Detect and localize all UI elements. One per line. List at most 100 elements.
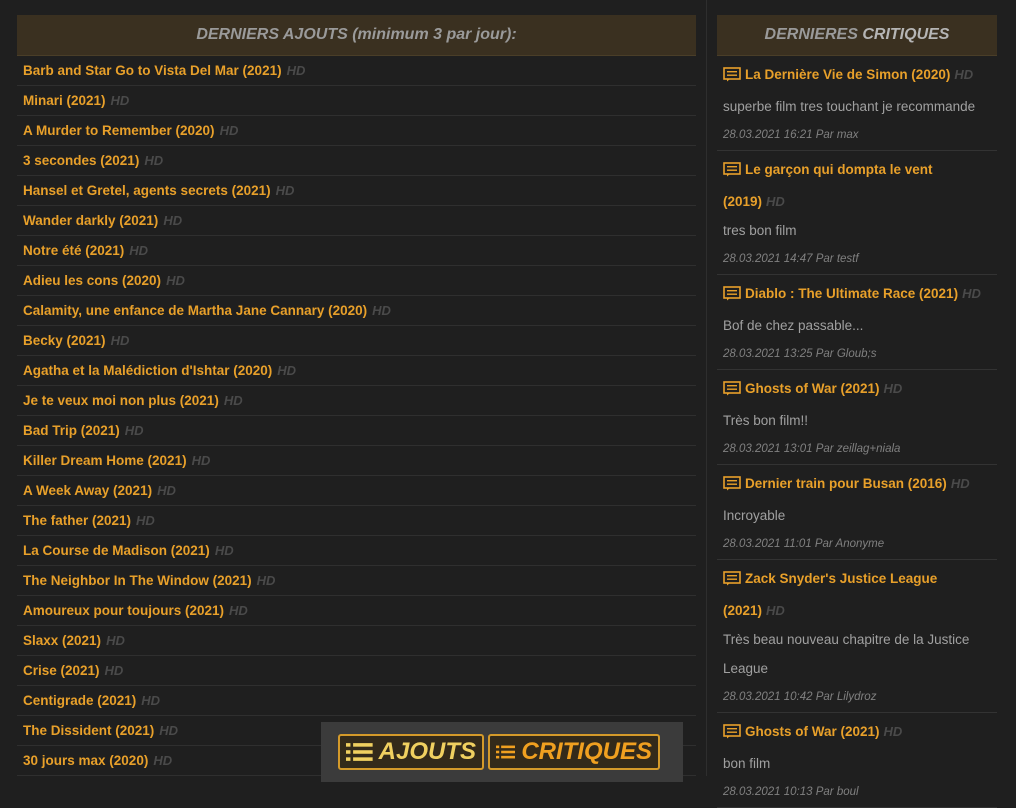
movie-list-item: Amoureux pour toujours (2021) HD: [17, 596, 696, 626]
review-item: Le garçon qui dompta le vent (2019) HD tre…: [717, 151, 997, 275]
movie-title-link[interactable]: Bad Trip (2021): [23, 423, 120, 438]
review-meta: 28.03.2021 10:13 Par boul: [723, 786, 859, 798]
header-suffix: CRITIQUES: [862, 26, 950, 43]
movie-title-link[interactable]: Centigrade (2021): [23, 693, 136, 708]
movie-title-link[interactable]: Adieu les cons (2020): [23, 273, 161, 288]
movie-list-item: A Week Away (2021) HD: [17, 476, 696, 506]
movie-list: Barb and Star Go to Vista Del Mar (2021)…: [17, 56, 696, 776]
review-meta: 28.03.2021 10:42 Par Lilydroz: [723, 691, 877, 703]
review-text: superbe film tres touchant je recommande: [723, 99, 976, 114]
movie-title-link[interactable]: Crise (2021): [23, 663, 100, 678]
hd-badge: HD: [136, 513, 155, 528]
hd-badge: HD: [883, 724, 903, 739]
review-movie-link[interactable]: Le garçon qui dompta le vent (2019): [723, 162, 933, 209]
movie-list-item: Calamity, une enfance de Martha Jane Can…: [17, 296, 696, 326]
header-prefix: DERNIERS AJOUTS: [196, 26, 348, 43]
movie-title-link[interactable]: Killer Dream Home (2021): [23, 453, 187, 468]
movie-list-item: Notre été (2021) HD: [17, 236, 696, 266]
movie-title-link[interactable]: A Murder to Remember (2020): [23, 123, 215, 138]
hd-badge: HD: [110, 333, 130, 348]
review-title-row: Ghosts of War (2021) HD: [723, 717, 997, 749]
latest-additions-panel: DERNIERS AJOUTS (minimum 3 par jour): Ba…: [17, 15, 696, 776]
hd-badge: HD: [157, 483, 176, 498]
movie-title-link[interactable]: The father (2021): [23, 513, 131, 528]
movie-title-link[interactable]: Agatha et la Malédiction d'Ishtar (2020): [23, 363, 272, 378]
hd-badge: HD: [883, 381, 903, 396]
comment-icon: [723, 158, 741, 187]
critiques-tab-label: CRITIQUES: [521, 738, 652, 765]
review-title-row: La Dernière Vie de Simon (2020) HD: [723, 60, 997, 92]
comment-icon: [723, 472, 741, 501]
movie-title-link[interactable]: Calamity, une enfance de Martha Jane Can…: [23, 303, 367, 318]
hd-badge: HD: [159, 723, 179, 738]
movie-list-item: Minari (2021) HD: [17, 86, 696, 116]
review-movie-link[interactable]: Dernier train pour Busan (2016): [745, 476, 947, 491]
hd-badge: HD: [191, 453, 211, 468]
column-divider: [706, 0, 707, 776]
review-item: Ghosts of War (2021) HD Très bon film!! 28.…: [717, 370, 997, 465]
review-list: La Dernière Vie de Simon (2020) HD superbe…: [717, 56, 997, 808]
comment-icon: [723, 377, 741, 406]
movie-title-link[interactable]: Barb and Star Go to Vista Del Mar (2021): [23, 63, 282, 78]
hd-badge: HD: [144, 153, 164, 168]
movie-title-link[interactable]: Je te veux moi non plus (2021): [23, 393, 219, 408]
movie-list-item: Barb and Star Go to Vista Del Mar (2021)…: [17, 56, 696, 86]
movie-list-item: Agatha et la Malédiction d'Ishtar (2020)…: [17, 356, 696, 386]
review-movie-link[interactable]: Zack Snyder's Justice League (2021): [723, 571, 937, 618]
movie-title-link[interactable]: The Neighbor In The Window (2021): [23, 573, 252, 588]
hd-badge: HD: [256, 573, 276, 588]
comment-icon: [723, 282, 741, 311]
movie-title-link[interactable]: Notre été (2021): [23, 243, 124, 258]
review-movie-link[interactable]: Ghosts of War (2021): [745, 381, 880, 396]
list-icon: [346, 743, 373, 761]
movie-title-link[interactable]: A Week Away (2021): [23, 483, 152, 498]
hd-badge: HD: [962, 286, 981, 301]
comment-icon: [723, 63, 741, 92]
hd-badge: HD: [950, 476, 970, 491]
movie-title-link[interactable]: 3 secondes (2021): [23, 153, 139, 168]
ajouts-tab-button[interactable]: AJOUTS: [338, 734, 484, 770]
review-meta: 28.03.2021 16:21 Par max: [723, 129, 859, 141]
review-text: tres bon film: [723, 223, 797, 238]
movie-list-item: Crise (2021) HD: [17, 656, 696, 686]
movie-list-item: Hansel et Gretel, agents secrets (2021) H…: [17, 176, 696, 206]
movie-title-link[interactable]: Slaxx (2021): [23, 633, 101, 648]
movie-list-item: Je te veux moi non plus (2021) HD: [17, 386, 696, 416]
header-prefix: DERNIERES: [764, 26, 858, 43]
review-text: Bof de chez passable...: [723, 318, 864, 333]
hd-badge: HD: [166, 273, 185, 288]
movie-list-item: Bad Trip (2021) HD: [17, 416, 696, 446]
movie-title-link[interactable]: Wander darkly (2021): [23, 213, 158, 228]
critiques-tab-button[interactable]: CRITIQUES: [488, 734, 660, 770]
review-title-row: Ghosts of War (2021) HD: [723, 374, 997, 406]
movie-title-link[interactable]: 30 jours max (2020): [23, 753, 148, 768]
movie-list-item: The Neighbor In The Window (2021) HD: [17, 566, 696, 596]
movie-title-link[interactable]: Amoureux pour toujours (2021): [23, 603, 224, 618]
review-meta: 28.03.2021 13:25 Par Gloub;s: [723, 348, 877, 360]
review-item: La Dernière Vie de Simon (2020) HD superbe…: [717, 56, 997, 151]
movie-title-link[interactable]: The Dissident (2021): [23, 723, 154, 738]
hd-badge: HD: [124, 423, 144, 438]
hd-badge: HD: [223, 393, 243, 408]
movie-title-link[interactable]: La Course de Madison (2021): [23, 543, 210, 558]
review-text: bon film: [723, 756, 771, 771]
movie-list-item: A Murder to Remember (2020) HD: [17, 116, 696, 146]
movie-list-item: Adieu les cons (2020) HD: [17, 266, 696, 296]
movie-title-link[interactable]: Minari (2021): [23, 93, 106, 108]
movie-title-link[interactable]: Becky (2021): [23, 333, 106, 348]
hd-badge: HD: [286, 63, 306, 78]
movie-list-item: Becky (2021) HD: [17, 326, 696, 356]
review-title-row: Le garçon qui dompta le vent (2019) HD: [723, 155, 997, 216]
hd-badge: HD: [229, 603, 248, 618]
review-movie-link[interactable]: Ghosts of War (2021): [745, 724, 880, 739]
review-movie-link[interactable]: Diablo : The Ultimate Race (2021): [745, 286, 958, 301]
hd-badge: HD: [110, 93, 130, 108]
movie-list-item: Centigrade (2021) HD: [17, 686, 696, 716]
review-meta: 28.03.2021 11:01 Par Anonyme: [723, 538, 885, 550]
review-movie-link[interactable]: La Dernière Vie de Simon (2020): [745, 67, 950, 82]
latest-reviews-header: DERNIERES CRITIQUES: [717, 15, 997, 56]
movie-list-item: Killer Dream Home (2021) HD: [17, 446, 696, 476]
hd-badge: HD: [141, 693, 161, 708]
movie-title-link[interactable]: Hansel et Gretel, agents secrets (2021): [23, 183, 271, 198]
header-suffix: (minimum 3 par jour):: [352, 26, 517, 43]
